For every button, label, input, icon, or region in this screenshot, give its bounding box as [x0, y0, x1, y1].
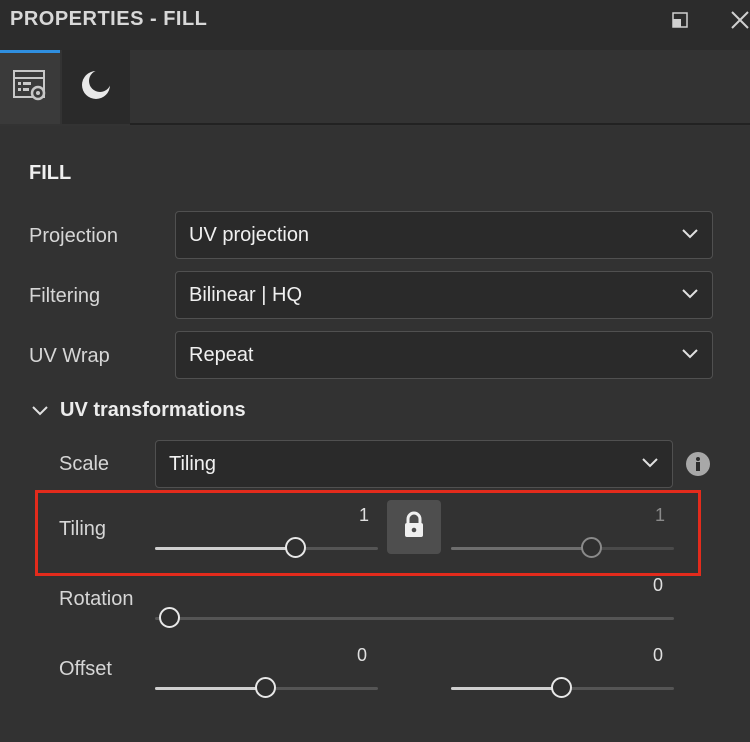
collapse-chevron-icon[interactable] [30, 401, 50, 426]
offset-label: Offset [59, 658, 112, 680]
panel-title: PROPERTIES - FILL [10, 8, 208, 30]
offset-value-2: 0 [653, 645, 664, 665]
title-bar: PROPERTIES - FILL [0, 0, 750, 50]
projection-label: Projection [29, 225, 118, 247]
scale-dropdown[interactable]: Tiling [155, 440, 673, 488]
scale-label: Scale [59, 453, 110, 475]
tab-material[interactable] [62, 50, 130, 124]
filtering-value: Bilinear | HQ [189, 283, 303, 306]
chevron-down-icon [680, 284, 700, 310]
offset-slider-1-handle[interactable] [255, 677, 276, 698]
rotation-value: 0 [653, 575, 664, 595]
material-moon-icon [79, 68, 113, 107]
rotation-label: Rotation [59, 588, 134, 610]
projection-dropdown[interactable]: UV projection [175, 211, 713, 259]
uv-wrap-label: UV Wrap [29, 345, 110, 367]
filtering-dropdown[interactable]: Bilinear | HQ [175, 271, 713, 319]
filtering-label: Filtering [29, 285, 101, 307]
maximize-icon[interactable] [668, 8, 692, 32]
close-icon[interactable] [728, 8, 750, 32]
scale-value: Tiling [169, 452, 217, 475]
projection-value: UV projection [189, 223, 310, 246]
uv-transformations-title[interactable]: UV transformations [60, 399, 246, 422]
chevron-down-icon [640, 453, 660, 479]
chevron-down-icon [680, 344, 700, 370]
rotation-slider-handle[interactable] [159, 607, 180, 628]
offset-slider-2-fill [451, 687, 562, 690]
tab-bar [0, 50, 750, 126]
uv-wrap-value: Repeat [189, 343, 254, 366]
tiling-highlight-box [35, 490, 701, 576]
offset-slider-1-fill [155, 687, 266, 690]
offset-value-1: 0 [357, 645, 368, 665]
tab-properties[interactable] [0, 50, 60, 124]
chevron-down-icon [680, 224, 700, 250]
section-title-fill: FILL [29, 162, 72, 184]
properties-settings-icon [13, 70, 47, 107]
rotation-slider-track[interactable] [155, 617, 674, 620]
info-icon[interactable] [686, 452, 710, 476]
offset-slider-2-handle[interactable] [551, 677, 572, 698]
uv-wrap-dropdown[interactable]: Repeat [175, 331, 713, 379]
tab-divider [130, 123, 750, 125]
